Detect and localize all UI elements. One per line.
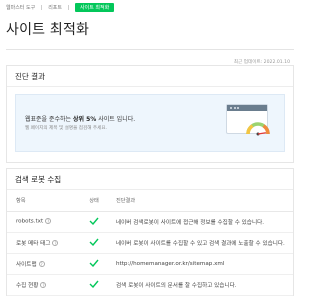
row-item: 수집 현황? xyxy=(7,274,78,296)
diagnosis-title: 진단 결과 xyxy=(7,66,293,87)
diagnosis-sub-message: 웹 페이지의 제목 및 설명을 점검해 주세요. xyxy=(25,126,108,131)
table-row: 수집 현황? 검색 로봇이 사이트의 문서를 잘 수집하고 있습니다. xyxy=(7,274,293,296)
column-result: 진단결과 xyxy=(110,190,293,212)
crawl-title: 검색 로봇 수집 xyxy=(7,169,293,190)
breadcrumb-item-report[interactable]: 리포트 xyxy=(48,4,62,11)
diagnosis-message-prefix: 웹표준을 준수하는 xyxy=(25,116,73,123)
table-header-row: 항목 상태 진단결과 xyxy=(7,190,293,212)
row-result: 네이버 로봇이 사이트를 수집할 수 있고 검색 결과에 노출할 수 있습니다. xyxy=(110,232,293,254)
row-item: 로봇 메타 태그? xyxy=(7,232,78,254)
column-item: 항목 xyxy=(7,190,78,212)
row-result: http://homemanager.or.kr/sitemap.xml xyxy=(110,253,293,275)
check-icon xyxy=(89,280,99,288)
row-item-label: robots.txt xyxy=(16,218,44,225)
row-result: 네이버 검색로봇이 사이트에 접근해 정보를 수집할 수 있습니다. xyxy=(110,211,293,233)
title-divider xyxy=(6,49,294,50)
diagnosis-result-box: 웹표준을 준수하는 상위 5% 사이트 입니다. 웹 페이지의 제목 및 설명을… xyxy=(15,94,285,152)
row-result: 검색 로봇이 사이트의 문서를 잘 수집하고 있습니다. xyxy=(110,274,293,296)
diagnosis-message-suffix: 사이트 입니다. xyxy=(96,116,136,123)
crawl-panel: 검색 로봇 수집 항목 상태 진단결과 robots.txt? 네이버 검색로봇… xyxy=(6,168,294,296)
breadcrumb-item-site-optimization[interactable]: 사이트 최적화 xyxy=(75,2,115,12)
help-icon[interactable]: ? xyxy=(38,261,45,267)
table-row: 로봇 메타 태그? 네이버 로봇이 사이트를 수집할 수 있고 검색 결과에 노… xyxy=(7,232,293,254)
check-icon xyxy=(89,217,99,225)
row-status xyxy=(78,211,110,233)
column-status: 상태 xyxy=(78,190,110,212)
check-icon xyxy=(89,238,99,246)
gauge-needle xyxy=(257,132,266,135)
breadcrumb-separator xyxy=(68,4,70,10)
breadcrumb-separator xyxy=(41,4,43,10)
speed-gauge-illustration xyxy=(226,104,270,146)
row-item: robots.txt? xyxy=(7,211,78,233)
table-row: 사이트맵? http://homemanager.or.kr/sitemap.x… xyxy=(7,253,293,275)
row-item-label: 수집 현황 xyxy=(16,282,39,289)
check-icon xyxy=(89,259,99,267)
row-item-label: 로봇 메타 태그 xyxy=(16,240,51,247)
help-icon[interactable]: ? xyxy=(52,240,59,246)
row-item-label: 사이트맵 xyxy=(16,261,37,268)
help-icon[interactable]: ? xyxy=(45,218,52,225)
breadcrumb: 웹마스터 도구 리포트 사이트 최적화 xyxy=(6,1,115,13)
row-status xyxy=(78,274,110,296)
diagnosis-panel: 진단 결과 웹표준을 준수하는 상위 5% 사이트 입니다. 웹 페이지의 제목… xyxy=(6,65,294,163)
breadcrumb-item-webmaster[interactable]: 웹마스터 도구 xyxy=(6,4,35,11)
row-item: 사이트맵? xyxy=(7,253,78,275)
row-status xyxy=(78,253,110,275)
help-icon[interactable]: ? xyxy=(40,282,47,288)
gauge-icon xyxy=(246,122,270,136)
crawl-table: 항목 상태 진단결과 robots.txt? 네이버 검색로봇이 사이트에 접근… xyxy=(7,190,293,296)
page-title: 사이트 최적화 xyxy=(6,22,90,38)
diagnosis-rank: 상위 5% xyxy=(72,116,97,123)
table-row: robots.txt? 네이버 검색로봇이 사이트에 접근해 정보를 수집할 수… xyxy=(7,211,293,233)
row-status xyxy=(78,232,110,254)
diagnosis-message: 웹표준을 준수하는 상위 5% 사이트 입니다. xyxy=(25,114,135,123)
